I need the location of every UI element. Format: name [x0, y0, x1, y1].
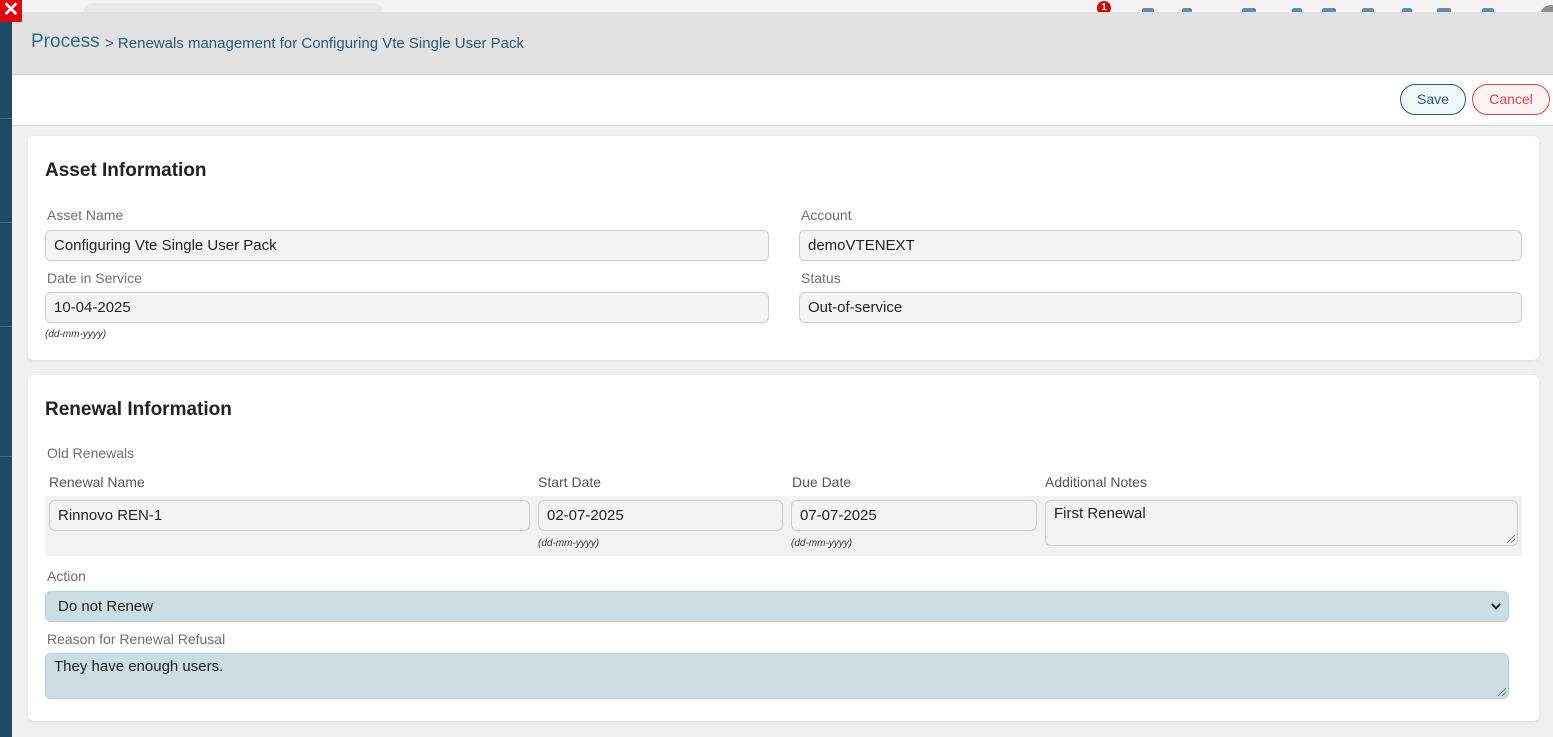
account-field[interactable]: demoVTENEXT	[799, 230, 1522, 261]
asset-information-card: Asset Information Asset Name Configuring…	[28, 136, 1539, 360]
toolbar: Save Cancel	[12, 75, 1553, 126]
action-selected-value: Do not Renew	[58, 598, 154, 615]
column-header-due-date: Due Date	[792, 474, 852, 490]
account-label: Account	[801, 207, 852, 223]
old-renewals-label: Old Renewals	[47, 445, 135, 461]
action-select[interactable]: Do not Renew	[45, 591, 1509, 622]
asset-name-label: Asset Name	[47, 207, 124, 223]
resize-handle-icon[interactable]	[1498, 688, 1506, 696]
column-header-additional-notes: Additional Notes	[1045, 474, 1147, 490]
reason-text: They have enough users.	[54, 658, 224, 675]
action-label: Action	[47, 568, 86, 584]
breadcrumb-root[interactable]: Process	[31, 31, 100, 53]
asset-name-field[interactable]: Configuring Vte Single User Pack	[45, 230, 769, 261]
reason-label: Reason for Renewal Refusal	[47, 631, 226, 647]
date-format-hint: (dd-mm-yyyy)	[791, 538, 853, 549]
start-date-field[interactable]: 02-07-2025	[538, 500, 783, 531]
column-header-start-date: Start Date	[538, 474, 602, 490]
date-in-service-label: Date in Service	[47, 270, 142, 286]
date-format-hint: (dd-mm-yyyy)	[538, 538, 600, 549]
column-header-renewal-name: Renewal Name	[49, 474, 145, 490]
date-format-hint: (dd-mm-yyyy)	[45, 329, 107, 340]
renewal-information-card: Renewal Information Old Renewals Renewal…	[28, 375, 1539, 721]
due-date-field[interactable]: 07-07-2025	[791, 500, 1037, 531]
renewal-name-field[interactable]: Rinnovo REN-1	[49, 500, 530, 531]
process-modal: Process > Renewals management for Config…	[12, 12, 1553, 737]
status-field[interactable]: Out-of-service	[799, 292, 1522, 323]
resize-handle-icon[interactable]	[1507, 535, 1515, 543]
page-title: > Renewals management for Configuring Vt…	[105, 35, 524, 52]
cancel-button[interactable]: Cancel	[1472, 84, 1550, 115]
additional-notes-text: First Renewal	[1054, 505, 1146, 522]
chevron-down-icon	[1490, 592, 1502, 631]
save-button[interactable]: Save	[1400, 84, 1466, 115]
additional-notes-textarea[interactable]: First Renewal	[1045, 500, 1518, 546]
date-in-service-field[interactable]: 10-04-2025	[45, 292, 769, 323]
close-icon[interactable]: ✕	[0, 0, 22, 22]
reason-textarea[interactable]: They have enough users.	[45, 653, 1509, 699]
section-title: Asset Information	[45, 160, 207, 181]
background-sidebar	[0, 0, 12, 737]
status-label: Status	[801, 270, 841, 286]
section-title: Renewal Information	[45, 399, 232, 420]
modal-header: Process > Renewals management for Config…	[12, 12, 1553, 75]
